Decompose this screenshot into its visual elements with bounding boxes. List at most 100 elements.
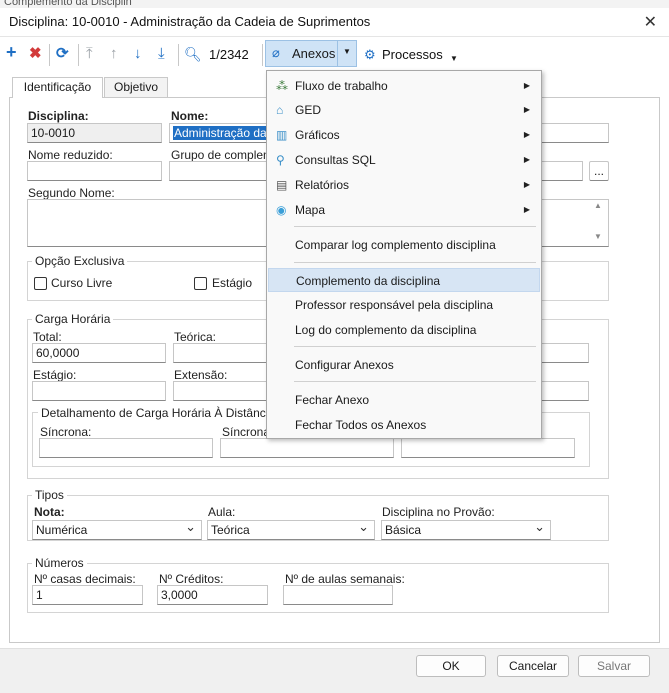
menu-item-comparar-log[interactable]: Comparar log complemento disciplina [268,233,540,257]
curso-livre-label: Curso Livre [51,276,113,290]
scroll-up-icon[interactable]: ▲ [594,201,602,210]
toolbar-separator [78,44,79,66]
search-icon[interactable]: 🔍︎ [184,45,202,63]
menu-item-label: Professor responsável pela disciplina [295,298,494,312]
search-icon: ⚲ [276,153,285,167]
estagio-ch-label: Estágio: [33,368,77,382]
ok-button[interactable]: OK [416,655,486,677]
segundo-nome-scrollbar[interactable]: ▲ ▼ [589,198,608,246]
add-icon[interactable]: + [6,43,17,61]
first-record-icon[interactable]: ⤒ [86,45,93,63]
menu-item-professor-responsavel[interactable]: Professor responsável pela disciplina [268,293,540,317]
estagio-ch-field[interactable] [32,381,166,401]
disciplina-label: Disciplina: [28,109,89,123]
close-icon[interactable]: ✕ [644,12,657,32]
segundo-nome-label: Segundo Nome: [28,186,115,200]
menu-separator [294,262,536,263]
nota-select[interactable]: Numérica [32,520,202,540]
dialog-title-bar: Disciplina: 10-0010 - Administração da C… [0,8,669,37]
menu-item-fechar-anexo[interactable]: Fechar Anexo [268,388,540,412]
anexos-dropdown-toggle[interactable]: ▼ [337,41,356,66]
assincrona-field[interactable] [401,438,575,458]
map-pin-icon: ◉ [276,203,287,217]
background-window-title-text: Complemento da Disciplin [4,0,132,8]
next-record-icon[interactable]: ↓ [134,45,142,63]
extensao-field[interactable] [173,381,267,401]
dialog-title: Disciplina: 10-0010 - Administração da C… [9,14,371,29]
menu-item-ged[interactable]: ⌂ GED ▶ [268,98,540,122]
chevron-right-icon: ▶ [523,105,530,114]
ged-icon: ⌂ [276,103,284,117]
menu-separator [294,381,536,382]
disciplina-field[interactable]: 10-0010 [27,123,162,143]
opcao-exclusiva-title: Opção Exclusiva [32,254,128,268]
workflow-icon: ⁂ [276,79,288,93]
nome-label: Nome: [171,109,209,123]
chart-icon: ▥ [276,128,288,142]
curso-livre-checkbox[interactable] [34,277,47,290]
tab-identificacao-label: Identificação [23,80,92,94]
aulas-semanais-field[interactable] [283,585,393,605]
scroll-down-icon[interactable]: ▼ [594,232,602,241]
chevron-right-icon: ▶ [523,155,530,164]
menu-item-label: GED [295,103,322,117]
sincrona2-field[interactable] [220,438,394,458]
record-counter: 1/2342 [209,47,249,62]
nome-reduzido-label: Nome reduzido: [28,148,113,162]
save-button[interactable]: Salvar [578,655,650,677]
menu-item-label: Consultas SQL [295,153,376,167]
estagio-checkbox[interactable] [194,277,207,290]
menu-item-fechar-todos-anexos[interactable]: Fechar Todos os Anexos [268,413,540,437]
refresh-icon[interactable]: ⟳ [56,45,69,63]
menu-item-label: Mapa [295,203,326,217]
tab-objetivo-label: Objetivo [113,80,159,94]
last-record-icon[interactable]: ⤓ [158,45,165,63]
grupo-lookup-button[interactable]: ... [589,161,609,181]
processos-button[interactable]: Processos [382,47,443,62]
total-label: Total: [33,330,62,344]
chevron-right-icon: ▶ [523,180,530,189]
provao-select[interactable]: Básica [381,520,551,540]
paperclip-icon: ⌀ [272,45,280,60]
sincrona-field[interactable] [39,438,213,458]
creditos-label: Nº Créditos: [159,572,224,586]
gear-icon[interactable]: ⚙ [364,46,376,64]
menu-item-label: Relatórios [295,178,350,192]
total-field[interactable]: 60,0000 [32,343,166,363]
menu-item-label: Fluxo de trabalho [295,79,388,93]
chevron-down-icon[interactable]: ▼ [450,50,458,68]
anexos-button[interactable]: ⌀ Anexos ▼ [265,40,357,67]
menu-item-graficos[interactable]: ▥ Gráficos ▶ [268,123,540,147]
cancel-button[interactable]: Cancelar [497,655,569,677]
menu-item-log-complemento[interactable]: Log do complemento da disciplina [268,318,540,342]
aula-select[interactable]: Teórica [207,520,375,540]
estagio-label: Estágio [212,276,253,290]
carga-horaria-title: Carga Horária [32,312,114,326]
creditos-field[interactable]: 3,0000 [157,585,268,605]
menu-item-mapa[interactable]: ◉ Mapa ▶ [268,198,540,222]
aula-label: Aula: [208,505,236,519]
carga-field-right-1[interactable] [541,343,589,363]
menu-item-relatorios[interactable]: ▤ Relatórios ▶ [268,173,540,197]
menu-item-fluxo-de-trabalho[interactable]: ⁂ Fluxo de trabalho ▶ [268,74,540,98]
tipos-title: Tipos [32,488,67,502]
menu-item-complemento-disciplina[interactable]: Complemento da disciplina [268,268,540,292]
menu-separator [294,346,536,347]
nome-reduzido-field[interactable] [27,161,162,181]
sincrona-label: Síncrona: [40,425,92,439]
menu-item-label: Fechar Todos os Anexos [295,418,427,432]
menu-item-label: Configurar Anexos [295,358,394,372]
teorica-field[interactable] [173,343,267,363]
previous-record-icon[interactable]: ↑ [110,45,118,63]
toolbar-separator [178,44,179,66]
menu-item-configurar-anexos[interactable]: Configurar Anexos [268,353,540,377]
menu-item-consultas-sql[interactable]: ⚲ Consultas SQL ▶ [268,148,540,172]
casas-decimais-field[interactable]: 1 [32,585,143,605]
delete-icon[interactable]: ✖ [29,45,42,63]
toolbar-separator [49,44,50,66]
menu-item-label: Comparar log complemento disciplina [295,238,496,252]
toolbar: + ✖ ⟳ ⤒ ↑ ↓ ⤓ 🔍︎ 1/2342 ⌀ Anexos ▼ ⚙ Pro… [0,37,669,71]
tab-objetivo[interactable]: Objetivo [104,77,168,97]
carga-field-right-2[interactable] [541,381,589,401]
tab-identificacao[interactable]: Identificação [12,77,103,98]
